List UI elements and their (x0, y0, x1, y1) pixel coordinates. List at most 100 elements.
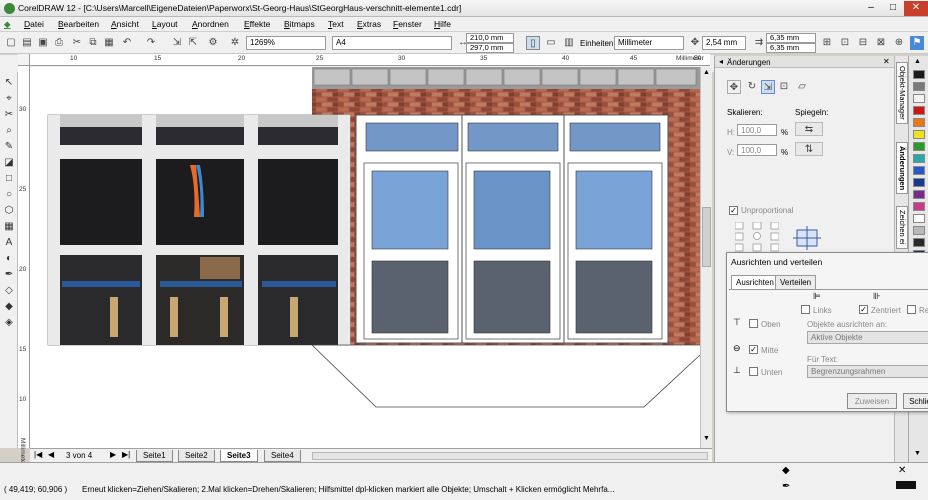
page-tab-seite2[interactable]: Seite2 (178, 450, 215, 462)
prev-page-icon[interactable]: ◀ (48, 450, 54, 459)
tab-ausrichten[interactable]: Ausrichten (731, 275, 779, 290)
paste-icon[interactable]: ▦ (102, 36, 116, 50)
paper-size-select[interactable]: A4 (332, 36, 452, 50)
menu-text[interactable]: Text (328, 19, 344, 29)
rectangle-tool-icon[interactable]: □ (2, 172, 16, 186)
menu-hilfe[interactable]: Hilfe (434, 19, 451, 29)
mirror-horizontal-icon[interactable]: ⇆ (795, 122, 823, 136)
scale-mirror-icon[interactable]: ⇲ (761, 80, 775, 94)
snap-grid-icon[interactable]: ⊡ (838, 36, 852, 50)
align-right-checkbox[interactable] (907, 305, 916, 314)
interactive-fill-icon[interactable]: ◈ (2, 316, 16, 330)
scale-h-field[interactable]: 100,0 (737, 124, 777, 136)
units-options-icon[interactable]: ⊞ (820, 36, 834, 50)
graph-paper-tool-icon[interactable]: ▦ (2, 220, 16, 234)
color-swatch[interactable] (913, 190, 925, 199)
menu-extras[interactable]: Extras (357, 19, 381, 29)
print-icon[interactable]: ⎙ (52, 36, 66, 50)
new-document-icon[interactable]: ▢ (4, 36, 18, 50)
docker-collapse-icon[interactable]: ◂ (719, 57, 723, 66)
menu-effekte[interactable]: Effekte (244, 19, 270, 29)
landscape-icon[interactable]: ▭ (544, 36, 558, 50)
zoom-level-field[interactable]: 1269% (246, 36, 326, 50)
palette-scroll-down-icon[interactable]: ▼ (914, 450, 921, 457)
duplicate-y-field[interactable]: 6,35 mm (766, 43, 816, 53)
interactive-tool-icon[interactable]: ◐ (2, 252, 16, 266)
page-tab-seite4[interactable]: Seite4 (264, 450, 301, 462)
close-button[interactable]: ✕ (904, 1, 928, 16)
freehand-tool-icon[interactable]: ✎ (2, 140, 16, 154)
portrait-icon[interactable]: ▯ (526, 36, 540, 50)
size-icon[interactable]: ⊡ (777, 80, 791, 94)
skew-icon[interactable]: ▱ (795, 80, 809, 94)
first-page-icon[interactable]: |◀ (34, 450, 42, 459)
unproportional-checkbox[interactable]: ✓ (729, 206, 738, 215)
for-text-select[interactable]: Begrenzungsrahmen (807, 365, 928, 378)
corel-online-icon[interactable]: ✲ (228, 36, 242, 50)
zoom-tool-icon[interactable]: ⌕ (2, 124, 16, 138)
color-swatch[interactable] (913, 214, 925, 223)
align-center-checkbox[interactable]: ✓ (859, 305, 868, 314)
dynamic-guides-icon[interactable]: ⊕ (892, 36, 906, 50)
apply-button[interactable]: Zuweisen (847, 393, 897, 409)
page-tab-seite1[interactable]: Seite1 (136, 450, 173, 462)
align-middle-checkbox[interactable]: ✓ (749, 345, 758, 354)
menu-layout[interactable]: Layout (152, 19, 178, 29)
units-select[interactable]: Millimeter (614, 36, 684, 50)
snap-objects-icon[interactable]: ⊠ (874, 36, 888, 50)
close-dialog-button[interactable]: Schlie (903, 393, 928, 409)
color-swatch[interactable] (913, 94, 925, 103)
eyedropper-tool-icon[interactable]: ✒ (2, 268, 16, 282)
maximize-button[interactable]: □ (882, 1, 904, 16)
page-tab-seite3[interactable]: Seite3 (220, 450, 258, 462)
scroll-up-icon[interactable]: ▲ (702, 69, 711, 77)
color-swatch[interactable] (913, 70, 925, 79)
anchor-grid[interactable] (734, 221, 780, 252)
cut-icon[interactable]: ✂ (70, 36, 84, 50)
options-icon[interactable]: ⚑ (910, 36, 924, 50)
menu-bitmaps[interactable]: Bitmaps (284, 19, 315, 29)
color-swatch[interactable] (913, 202, 925, 211)
save-icon[interactable]: ▣ (36, 36, 50, 50)
tab-aenderungen[interactable]: Änderungen (896, 142, 908, 195)
menu-fenster[interactable]: Fenster (393, 19, 422, 29)
menu-anordnen[interactable]: Anordnen (192, 19, 229, 29)
next-page-icon[interactable]: ▶ (110, 450, 116, 459)
color-swatch[interactable] (913, 166, 925, 175)
vertical-scrollbar[interactable]: ▲ ▼ (700, 67, 712, 448)
align-bottom-checkbox[interactable] (749, 367, 758, 376)
duplicate-x-field[interactable]: 6,35 mm (766, 33, 816, 43)
copy-icon[interactable]: ⧉ (86, 36, 100, 50)
snap-guidelines-icon[interactable]: ⊟ (856, 36, 870, 50)
nudge-distance-field[interactable]: 2,54 mm (702, 36, 746, 50)
color-swatch[interactable] (913, 226, 925, 235)
export-icon[interactable]: ⇱ (186, 36, 200, 50)
scale-v-field[interactable]: 100,0 (737, 144, 777, 156)
ellipse-tool-icon[interactable]: ○ (2, 188, 16, 202)
smart-fill-icon[interactable]: ◪ (2, 156, 16, 170)
drawing-canvas[interactable] (30, 67, 700, 448)
color-swatch[interactable] (913, 238, 925, 247)
application-launcher-icon[interactable]: ⚙ (206, 36, 220, 50)
color-swatch[interactable] (913, 130, 925, 139)
undo-icon[interactable]: ↶ (120, 36, 134, 50)
redo-icon[interactable]: ↷ (144, 36, 158, 50)
menu-ansicht[interactable]: Ansicht (111, 19, 139, 29)
outline-tool-icon[interactable]: ◇ (2, 284, 16, 298)
color-swatch[interactable] (913, 118, 925, 127)
last-page-icon[interactable]: ▶| (122, 450, 130, 459)
vertical-ruler[interactable]: 30 25 20 15 10 Millimeter (18, 66, 30, 466)
ruler-origin[interactable] (18, 54, 30, 66)
minimize-button[interactable]: – (860, 1, 882, 16)
menu-datei[interactable]: Datei (24, 19, 44, 29)
horizontal-ruler[interactable]: 10 15 20 25 30 35 40 45 Millimeter 50 (30, 54, 710, 66)
page-width-field[interactable]: 210,0 mm (466, 33, 514, 43)
pick-tool-icon[interactable]: ↖ (2, 76, 16, 90)
page-layout-icon[interactable]: ▥ (562, 36, 576, 50)
scroll-thumb[interactable] (702, 207, 711, 267)
position-icon[interactable]: ✥ (727, 80, 741, 94)
polygon-tool-icon[interactable]: ⬡ (2, 204, 16, 218)
open-icon[interactable]: ▤ (20, 36, 34, 50)
color-swatch[interactable] (913, 142, 925, 151)
tab-objekt-manager[interactable]: Objekt-Manager (896, 62, 908, 124)
